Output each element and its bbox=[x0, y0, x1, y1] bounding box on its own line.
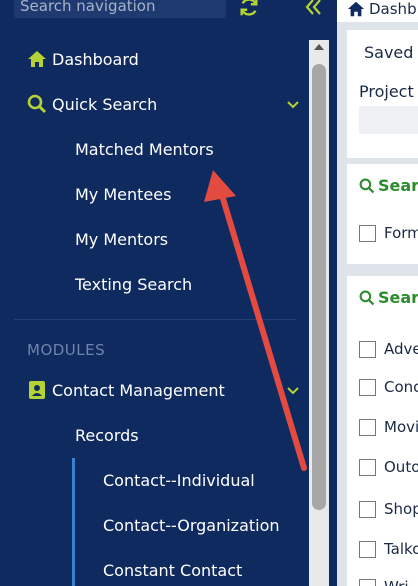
section-label-modules: MODULES bbox=[27, 341, 106, 359]
sidebar-item-constant-contact[interactable]: Constant Contact bbox=[103, 552, 242, 586]
sidebar-item-label: Constant Contact bbox=[103, 560, 243, 580]
sidebar: Dashboard Quick Search Matched Mentors M… bbox=[0, 0, 337, 586]
search-panel-1: Sear Form bbox=[347, 164, 418, 264]
checkbox-icon[interactable] bbox=[359, 340, 376, 358]
checkbox-label: Talko bbox=[384, 540, 418, 558]
saved-panel: Saved Project bbox=[347, 30, 418, 158]
sidebar-scrollbar[interactable] bbox=[309, 40, 329, 586]
sidebar-divider bbox=[14, 319, 296, 320]
checkbox-row[interactable]: Movi bbox=[359, 418, 418, 436]
home-icon[interactable] bbox=[347, 0, 365, 18]
search-panel-heading: Sear bbox=[359, 176, 418, 195]
sidebar-item-records[interactable]: Records bbox=[75, 417, 139, 453]
checkbox-icon[interactable] bbox=[359, 418, 376, 436]
checkbox-icon[interactable] bbox=[359, 500, 376, 518]
sidebar-item-label: Dashboard bbox=[52, 49, 139, 69]
checkbox-label: Adve bbox=[384, 340, 418, 358]
search-navigation[interactable] bbox=[14, 0, 226, 18]
search-icon bbox=[359, 290, 375, 305]
search-panel-heading: Sear bbox=[359, 288, 418, 307]
home-icon bbox=[26, 48, 48, 70]
checkbox-icon[interactable] bbox=[359, 540, 376, 558]
checkbox-icon[interactable] bbox=[359, 224, 376, 242]
sidebar-item-matched-mentors[interactable]: Matched Mentors bbox=[75, 131, 214, 167]
sidebar-item-quick-search[interactable]: Quick Search bbox=[0, 86, 310, 122]
search-panel-2: Sear Adve Conc Movi Outo Shop Talko Wri bbox=[347, 276, 418, 586]
project-field[interactable] bbox=[359, 106, 418, 134]
sidebar-item-label: Contact--Individual bbox=[103, 470, 255, 490]
checkbox-row[interactable]: Outo bbox=[359, 458, 418, 476]
checkbox-row[interactable]: Shop bbox=[359, 500, 418, 518]
checkbox-label: Wri bbox=[384, 578, 409, 586]
checkbox-row[interactable]: Talko bbox=[359, 540, 418, 558]
scroll-thumb[interactable] bbox=[312, 64, 326, 510]
search-icon bbox=[359, 178, 375, 193]
sidebar-item-label: Records bbox=[75, 425, 139, 445]
sidebar-item-label: Contact Management bbox=[52, 380, 225, 400]
sidebar-item-my-mentors[interactable]: My Mentors bbox=[75, 221, 168, 257]
checkbox-icon[interactable] bbox=[359, 578, 376, 586]
breadcrumb[interactable]: Dashb bbox=[369, 0, 417, 18]
checkbox-row[interactable]: Wri bbox=[359, 578, 409, 586]
search-icon bbox=[26, 93, 48, 115]
search-navigation-input[interactable] bbox=[14, 0, 226, 18]
sidebar-item-label: Matched Mentors bbox=[75, 139, 214, 159]
checkbox-label: Form bbox=[384, 224, 418, 242]
search-panel-title: Sear bbox=[378, 288, 418, 307]
project-label: Project bbox=[359, 82, 414, 101]
sidebar-item-texting-search[interactable]: Texting Search bbox=[75, 266, 192, 302]
submenu-indicator-line bbox=[72, 458, 75, 586]
checkbox-row[interactable]: Conc bbox=[359, 378, 418, 396]
sidebar-item-label: My Mentees bbox=[75, 184, 172, 204]
checkbox-icon[interactable] bbox=[359, 378, 376, 396]
sidebar-item-contact-individual[interactable]: Contact--Individual bbox=[103, 462, 255, 498]
sidebar-item-contact-management[interactable]: Contact Management bbox=[0, 372, 310, 408]
checkbox-label: Conc bbox=[384, 378, 418, 396]
checkbox-row[interactable]: Adve bbox=[359, 340, 418, 358]
sidebar-item-contact-organization[interactable]: Contact--Organization bbox=[103, 507, 280, 543]
contact-card-icon bbox=[26, 379, 48, 401]
sidebar-item-label: Quick Search bbox=[52, 94, 158, 114]
scroll-up-arrow-icon[interactable] bbox=[314, 44, 324, 50]
main-content: Dashb Saved Project Sear Form Sear Adve … bbox=[337, 0, 418, 586]
sidebar-item-my-mentees[interactable]: My Mentees bbox=[75, 176, 171, 212]
refresh-icon[interactable] bbox=[238, 0, 260, 18]
sidebar-item-label: My Mentors bbox=[75, 229, 169, 249]
search-panel-title: Sear bbox=[378, 176, 418, 195]
checkbox-label: Shop bbox=[384, 500, 418, 518]
checkbox-icon[interactable] bbox=[359, 458, 376, 476]
sidebar-item-label: Contact--Organization bbox=[103, 515, 280, 535]
checkbox-label: Outo bbox=[384, 458, 418, 476]
sidebar-item-dashboard[interactable]: Dashboard bbox=[0, 41, 139, 77]
saved-label: Saved bbox=[364, 43, 414, 62]
checkbox-row[interactable]: Form bbox=[359, 224, 418, 242]
checkbox-label: Movi bbox=[384, 418, 418, 436]
chevron-down-icon[interactable] bbox=[286, 386, 300, 396]
breadcrumb-bar: Dashb bbox=[337, 0, 418, 22]
chevron-down-icon[interactable] bbox=[286, 100, 300, 110]
sidebar-item-label: Texting Search bbox=[75, 274, 193, 294]
collapse-icon[interactable] bbox=[304, 0, 322, 16]
